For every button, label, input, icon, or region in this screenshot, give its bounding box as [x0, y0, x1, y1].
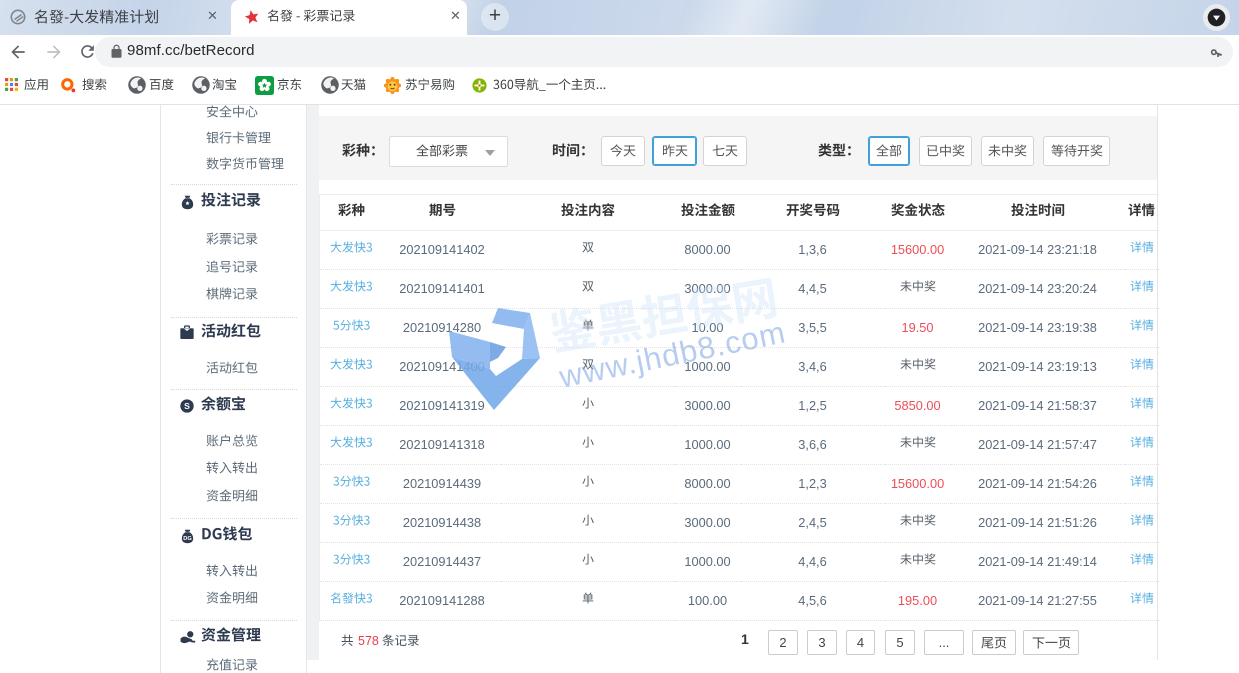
svg-text:S: S — [184, 401, 190, 411]
svg-text:DG: DG — [183, 536, 192, 542]
